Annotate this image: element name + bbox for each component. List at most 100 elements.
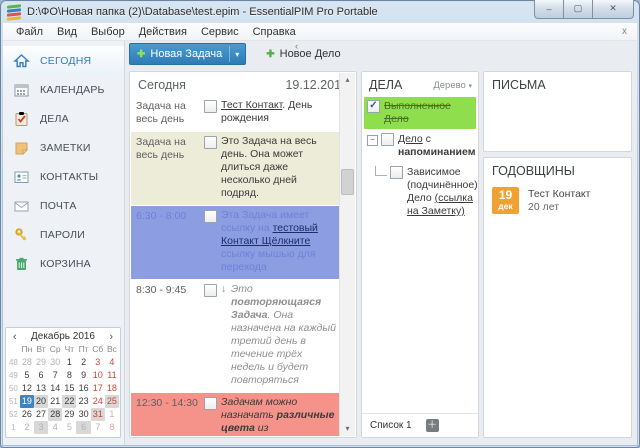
date-badge: 19дек: [492, 187, 519, 214]
maximize-button[interactable]: ▢: [563, 0, 592, 19]
inline-link[interactable]: Дело: [398, 133, 423, 145]
calendar-next-icon[interactable]: ›: [109, 332, 113, 342]
calendar-day-29[interactable]: 29: [62, 408, 76, 421]
todo-row[interactable]: −Дело с напоминанием: [364, 130, 476, 162]
calendar-day-21[interactable]: 21: [48, 395, 62, 408]
task-time: 12:30 - 14:30: [136, 396, 204, 410]
scroll-up-icon[interactable]: ▴: [340, 73, 355, 87]
calendar-day-9[interactable]: 9: [76, 369, 90, 382]
task-row[interactable]: 6:30 - 8:00Эта Задача имеет ссылку на те…: [131, 206, 339, 279]
calendar-day-3[interactable]: 3: [34, 421, 48, 434]
task-text: Эта Задача имеет ссылку на тестовый Конт…: [221, 209, 336, 274]
calendar-day-7[interactable]: 7: [91, 421, 105, 434]
task-row[interactable]: 8:30 - 9:45↓Это повторяющаяся Задача. Он…: [131, 280, 339, 392]
calendar-day-27[interactable]: 27: [34, 408, 48, 421]
sidebar-item-корзина[interactable]: КОРЗИНА: [3, 249, 124, 278]
close-button[interactable]: ✕: [592, 0, 634, 19]
calendar-day-19[interactable]: 19: [20, 395, 34, 408]
calendar-day-1[interactable]: 1: [105, 408, 119, 421]
menu-item-Выбор[interactable]: Выбор: [84, 25, 132, 39]
todo-checkbox[interactable]: [381, 133, 394, 146]
calendar-day-24[interactable]: 24: [91, 395, 105, 408]
menu-item-Вид[interactable]: Вид: [50, 25, 84, 39]
calendar-day-15[interactable]: 15: [62, 382, 76, 395]
inline-link[interactable]: Тест Контакт: [221, 99, 282, 111]
menu-item-Файл[interactable]: Файл: [9, 25, 50, 39]
minimize-button[interactable]: –: [534, 0, 563, 19]
task-row[interactable]: Задача на весь деньТест Контакт. День ро…: [131, 96, 339, 131]
todo-list-tab[interactable]: Список 1: [370, 420, 412, 431]
anniversary-detail: 20 лет: [528, 201, 590, 214]
task-checkbox[interactable]: [204, 284, 217, 297]
calendar-day-17[interactable]: 17: [91, 382, 105, 395]
calendar-day-8[interactable]: 8: [62, 369, 76, 382]
calendar-day-5[interactable]: 5: [20, 369, 34, 382]
calendar-day-25[interactable]: 25: [105, 395, 119, 408]
sidebar-item-сегодня[interactable]: СЕГОДНЯ: [3, 46, 124, 75]
badge-month: дек: [492, 202, 519, 211]
task-row[interactable]: Задача на весь деньЭто Задача на весь де…: [131, 132, 339, 205]
calendar-day-26[interactable]: 26: [20, 408, 34, 421]
calendar-day-2[interactable]: 2: [20, 421, 34, 434]
sidebar-item-label: ЗАМЕТКИ: [40, 142, 91, 154]
calendar-day-3[interactable]: 3: [91, 356, 105, 369]
new-todo-button[interactable]: ✚ Новое Дело: [260, 44, 346, 64]
sidebar-item-дела[interactable]: ДЕЛА: [3, 104, 124, 133]
calendar-day-4[interactable]: 4: [48, 421, 62, 434]
menu-close-icon[interactable]: x: [622, 26, 631, 37]
calendar-day-28[interactable]: 28: [20, 356, 34, 369]
today-scrollbar[interactable]: ▴ ▾: [339, 73, 355, 436]
calendar-day-23[interactable]: 23: [76, 395, 90, 408]
task-checkbox[interactable]: [204, 136, 217, 149]
task-checkbox[interactable]: [204, 100, 217, 113]
todo-checkbox-checked[interactable]: ✓: [367, 100, 380, 113]
scroll-down-icon[interactable]: ▾: [340, 422, 355, 436]
calendar-day-7[interactable]: 7: [48, 369, 62, 382]
todo-row[interactable]: ✓Выполненное Дело: [364, 97, 476, 129]
menu-item-Действия[interactable]: Действия: [132, 25, 194, 39]
new-task-dropdown-icon[interactable]: ▾: [235, 50, 241, 59]
sidebar-item-пароли[interactable]: ПАРОЛИ: [3, 220, 124, 249]
calendar-day-20[interactable]: 20: [34, 395, 48, 408]
calendar-day-11[interactable]: 11: [105, 369, 119, 382]
todo-view-dropdown[interactable]: Дерево ▾: [433, 80, 472, 91]
calendar-day-10[interactable]: 10: [91, 369, 105, 382]
calendar-day-14[interactable]: 14: [48, 382, 62, 395]
sidebar-item-контакты[interactable]: КОНТАКТЫ: [3, 162, 124, 191]
scrollbar-thumb[interactable]: [341, 169, 354, 195]
todo-row[interactable]: Зависимое (подчинённое) Дело (ссылка на …: [364, 163, 476, 221]
calendar-day-18[interactable]: 18: [105, 382, 119, 395]
collapse-expander-icon[interactable]: −: [367, 135, 378, 146]
calendar-day-22[interactable]: 22: [62, 395, 76, 408]
calendar-day-29[interactable]: 29: [34, 356, 48, 369]
sidebar-item-почта[interactable]: ПОЧТА: [3, 191, 124, 220]
calendar-day-8[interactable]: 8: [105, 421, 119, 434]
sidebar-item-заметки[interactable]: ЗАМЕТКИ: [3, 133, 124, 162]
calendar-day-1[interactable]: 1: [62, 356, 76, 369]
calendar-day-13[interactable]: 13: [34, 382, 48, 395]
task-checkbox[interactable]: [204, 210, 217, 223]
calendar-day-16[interactable]: 16: [76, 382, 90, 395]
new-task-button[interactable]: ✚ Новая Задача ▾: [129, 43, 246, 65]
task-checkbox[interactable]: [204, 397, 217, 410]
calendar-day-5[interactable]: 5: [62, 421, 76, 434]
menu-item-Сервис[interactable]: Сервис: [194, 25, 246, 39]
calendar-day-6[interactable]: 6: [34, 369, 48, 382]
menu-item-Справка[interactable]: Справка: [246, 25, 303, 39]
calendar-day-30[interactable]: 30: [48, 356, 62, 369]
task-row[interactable]: 12:30 - 14:30Задачам можно назначать раз…: [131, 393, 339, 436]
add-list-button[interactable]: ＋: [426, 419, 439, 432]
calendar-day-28[interactable]: 28: [48, 408, 62, 421]
calendar-day-2[interactable]: 2: [76, 356, 90, 369]
calendar-day-6[interactable]: 6: [76, 421, 90, 434]
calendar-prev-icon[interactable]: ‹: [13, 332, 17, 342]
anniversary-item[interactable]: 19декТест Контакт20 лет: [484, 183, 631, 218]
calendar-day-30[interactable]: 30: [76, 408, 90, 421]
toolbar-collapse-chevron[interactable]: ‹: [295, 41, 298, 51]
calendar-day-4[interactable]: 4: [105, 356, 119, 369]
calendar-day-12[interactable]: 12: [20, 382, 34, 395]
sidebar-item-календарь[interactable]: КАЛЕНДАРЬ: [3, 75, 124, 104]
calendar-day-31[interactable]: 31: [91, 408, 105, 421]
calendar-dow-row: ПнВтСрЧтПтСбВс: [7, 343, 119, 356]
todo-checkbox[interactable]: [390, 166, 403, 179]
